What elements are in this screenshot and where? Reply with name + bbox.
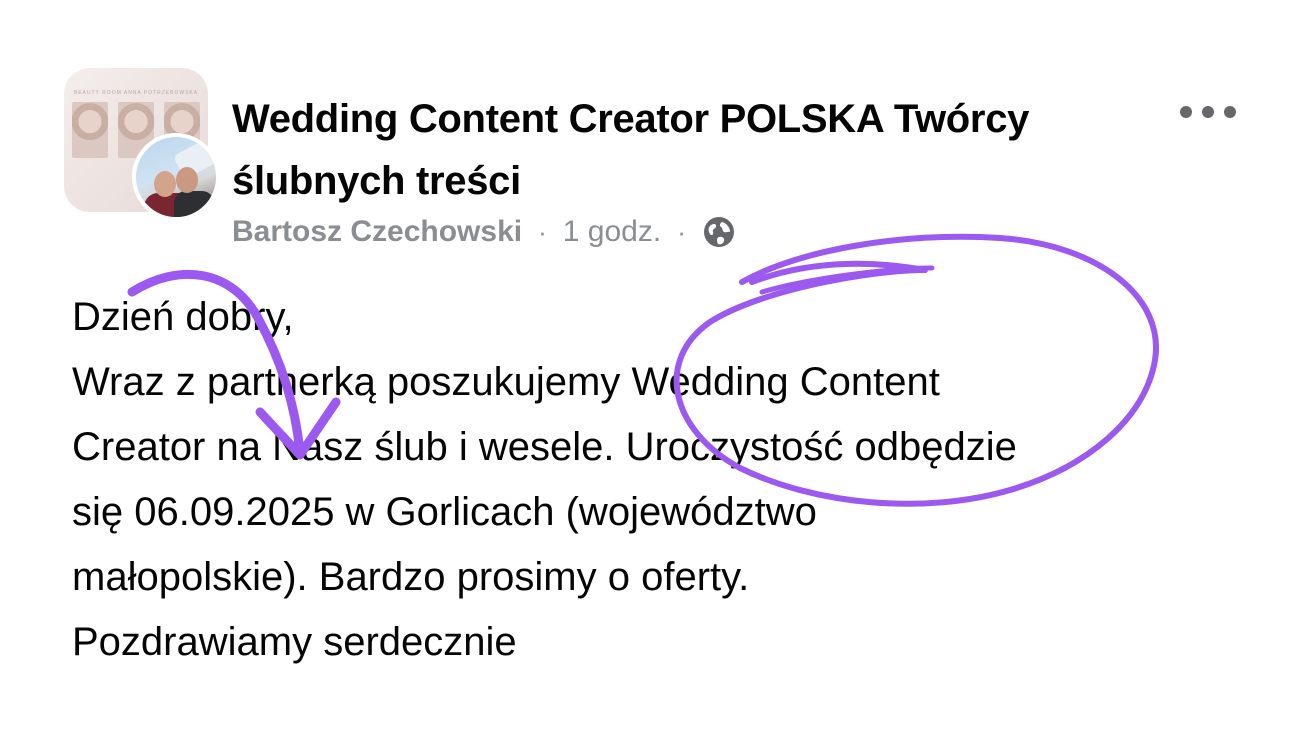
more-options-button[interactable] [1180,100,1236,124]
post-body: Dzień dobry, Wraz z partnerką poszukujem… [72,285,1222,675]
post-timestamp[interactable]: 1 godz. [563,215,661,249]
facebook-post: BEAUTY ROOM ANNA POTRZEBOWSKA Wedding Co… [0,0,1300,731]
group-avatar-banner: BEAUTY ROOM ANNA POTRZEBOWSKA [73,90,199,96]
globe-icon[interactable] [702,215,736,249]
post-line: się 06.09.2025 w Gorlicach (województwo [72,490,817,534]
meta-separator: · [538,216,547,247]
post-line: Wraz z partnerką poszukujemy Wedding Con… [72,360,940,404]
group-name-line-2: ślubnych treści [232,159,521,203]
more-horizontal-icon [1180,106,1192,118]
more-horizontal-icon-dot-3 [1224,106,1236,118]
avatar-person-2 [174,191,214,217]
avatar-photo-1 [72,102,108,158]
avatar-face-2 [176,167,198,193]
post-line: Creator na Nasz ślub i wesele. Uroczysto… [72,425,1017,469]
author-name-link[interactable]: Bartosz Czechowski [232,215,522,249]
post-meta: Bartosz Czechowski · 1 godz. · [232,212,736,252]
post-line: Dzień dobry, [72,295,294,339]
post-line: Pozdrawiamy serdecznie [72,620,517,664]
group-name-link[interactable]: Wedding Content Creator POLSKA Twórcy śl… [232,88,1152,212]
avatar-face-1 [154,171,176,197]
more-horizontal-icon-dot-2 [1202,106,1214,118]
group-name-line-1: Wedding Content Creator POLSKA Twórcy [232,97,1030,141]
author-avatar[interactable] [132,133,220,221]
post-line: małopolskie). Bardzo prosimy o oferty. [72,555,750,599]
meta-separator: · [677,216,686,247]
